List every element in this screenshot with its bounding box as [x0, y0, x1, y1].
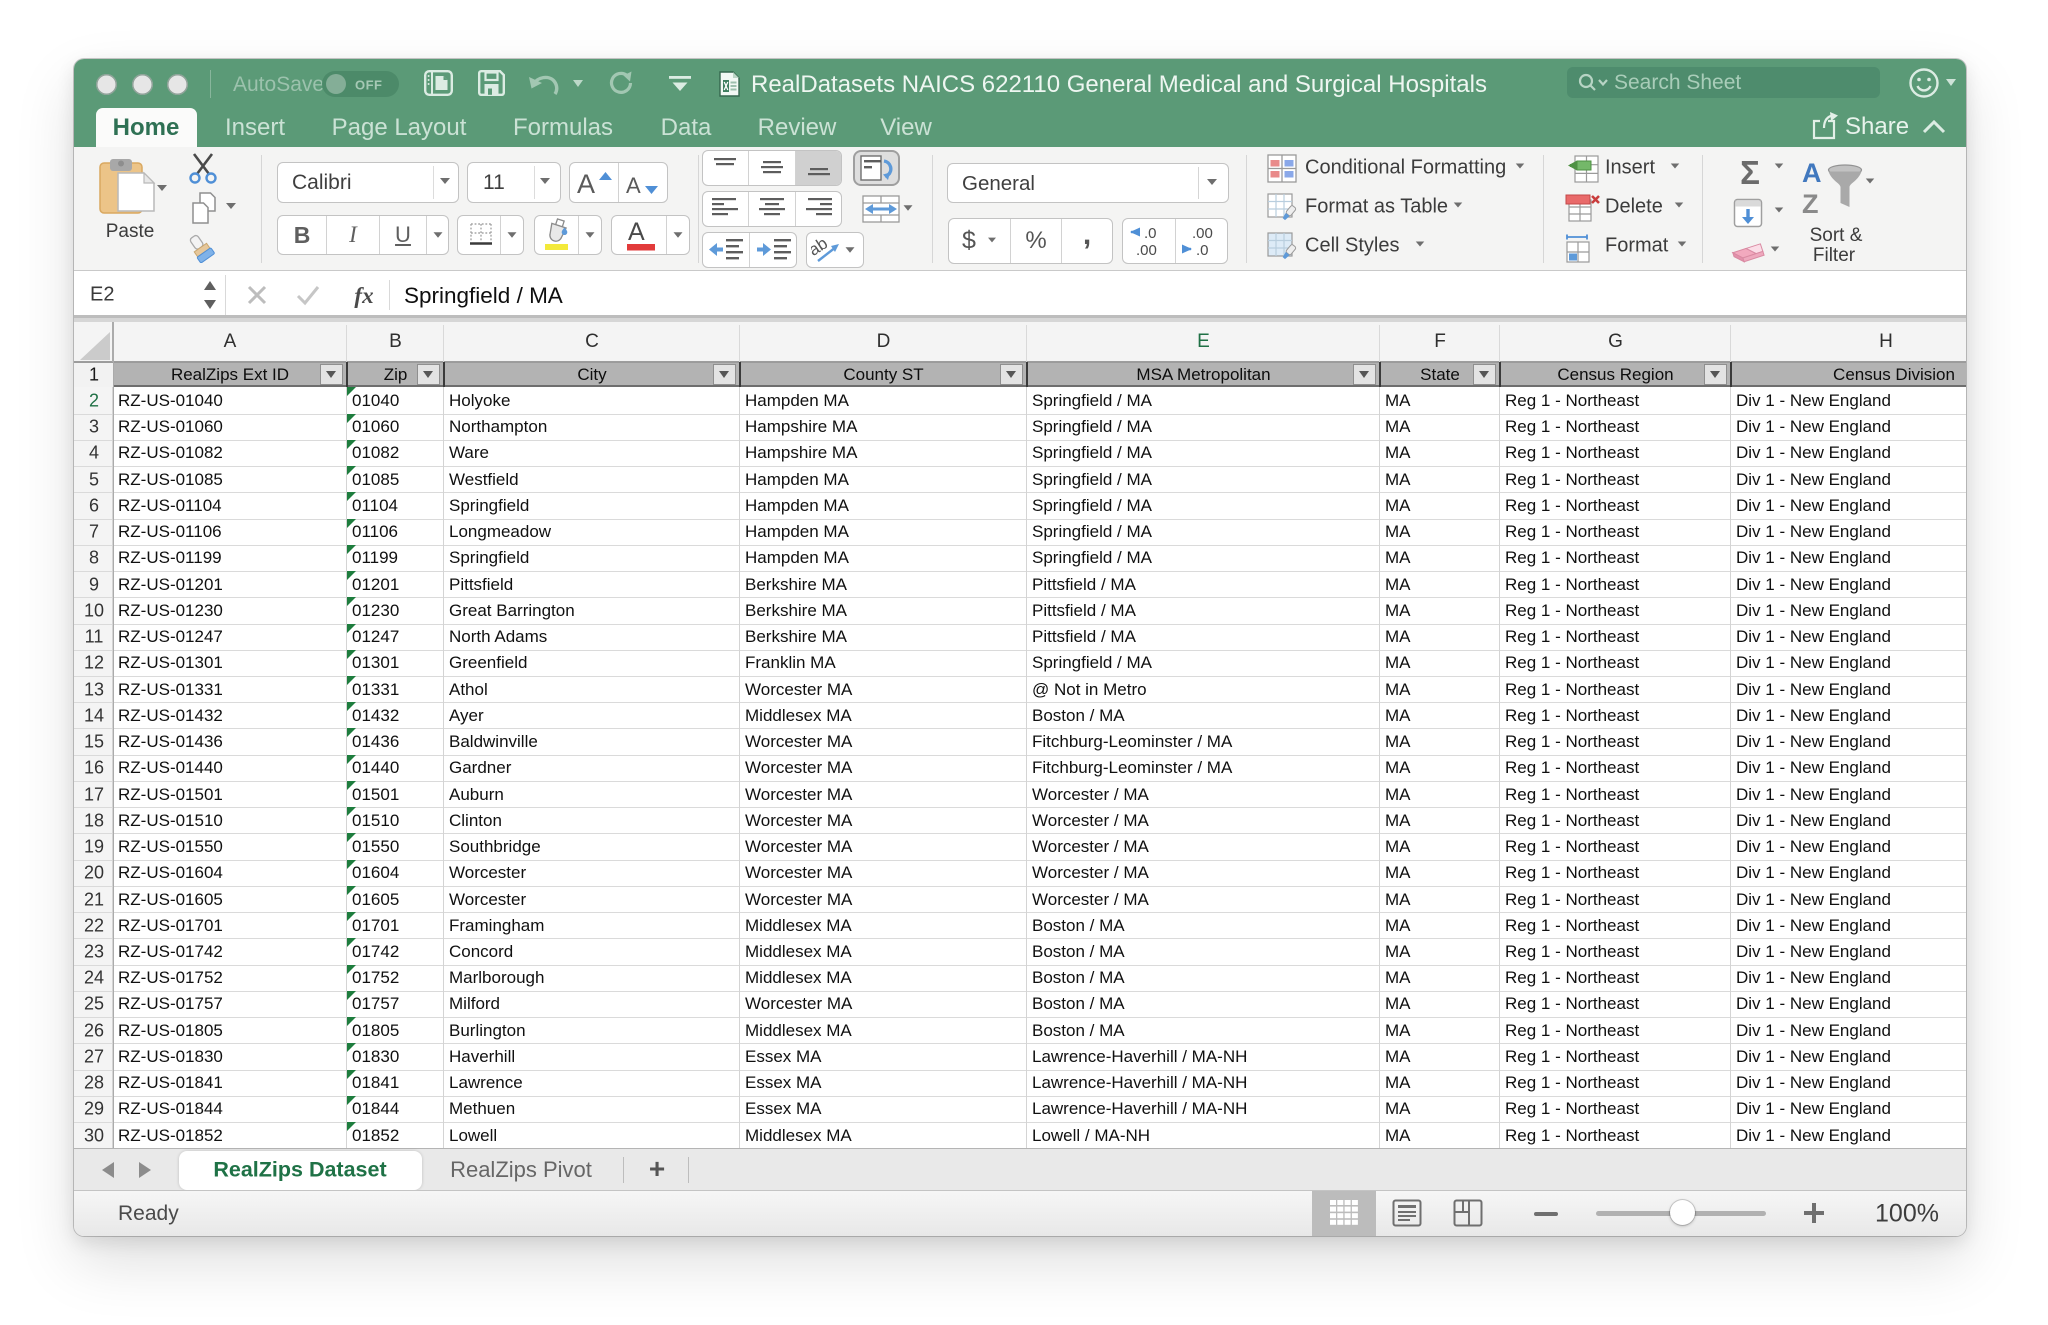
- svg-text:A: A: [577, 169, 595, 196]
- svg-text:.0: .0: [1144, 225, 1157, 242]
- svg-text:Z: Z: [1802, 189, 1819, 219]
- svg-text:A: A: [1802, 159, 1822, 188]
- svg-text:.00: .00: [1136, 242, 1157, 258]
- svg-text:.00: .00: [1192, 225, 1213, 242]
- svg-text:A: A: [626, 173, 641, 196]
- svg-text:A: A: [628, 218, 645, 246]
- svg-text:.0: .0: [1196, 242, 1209, 258]
- svg-text:ab: ab: [811, 235, 831, 260]
